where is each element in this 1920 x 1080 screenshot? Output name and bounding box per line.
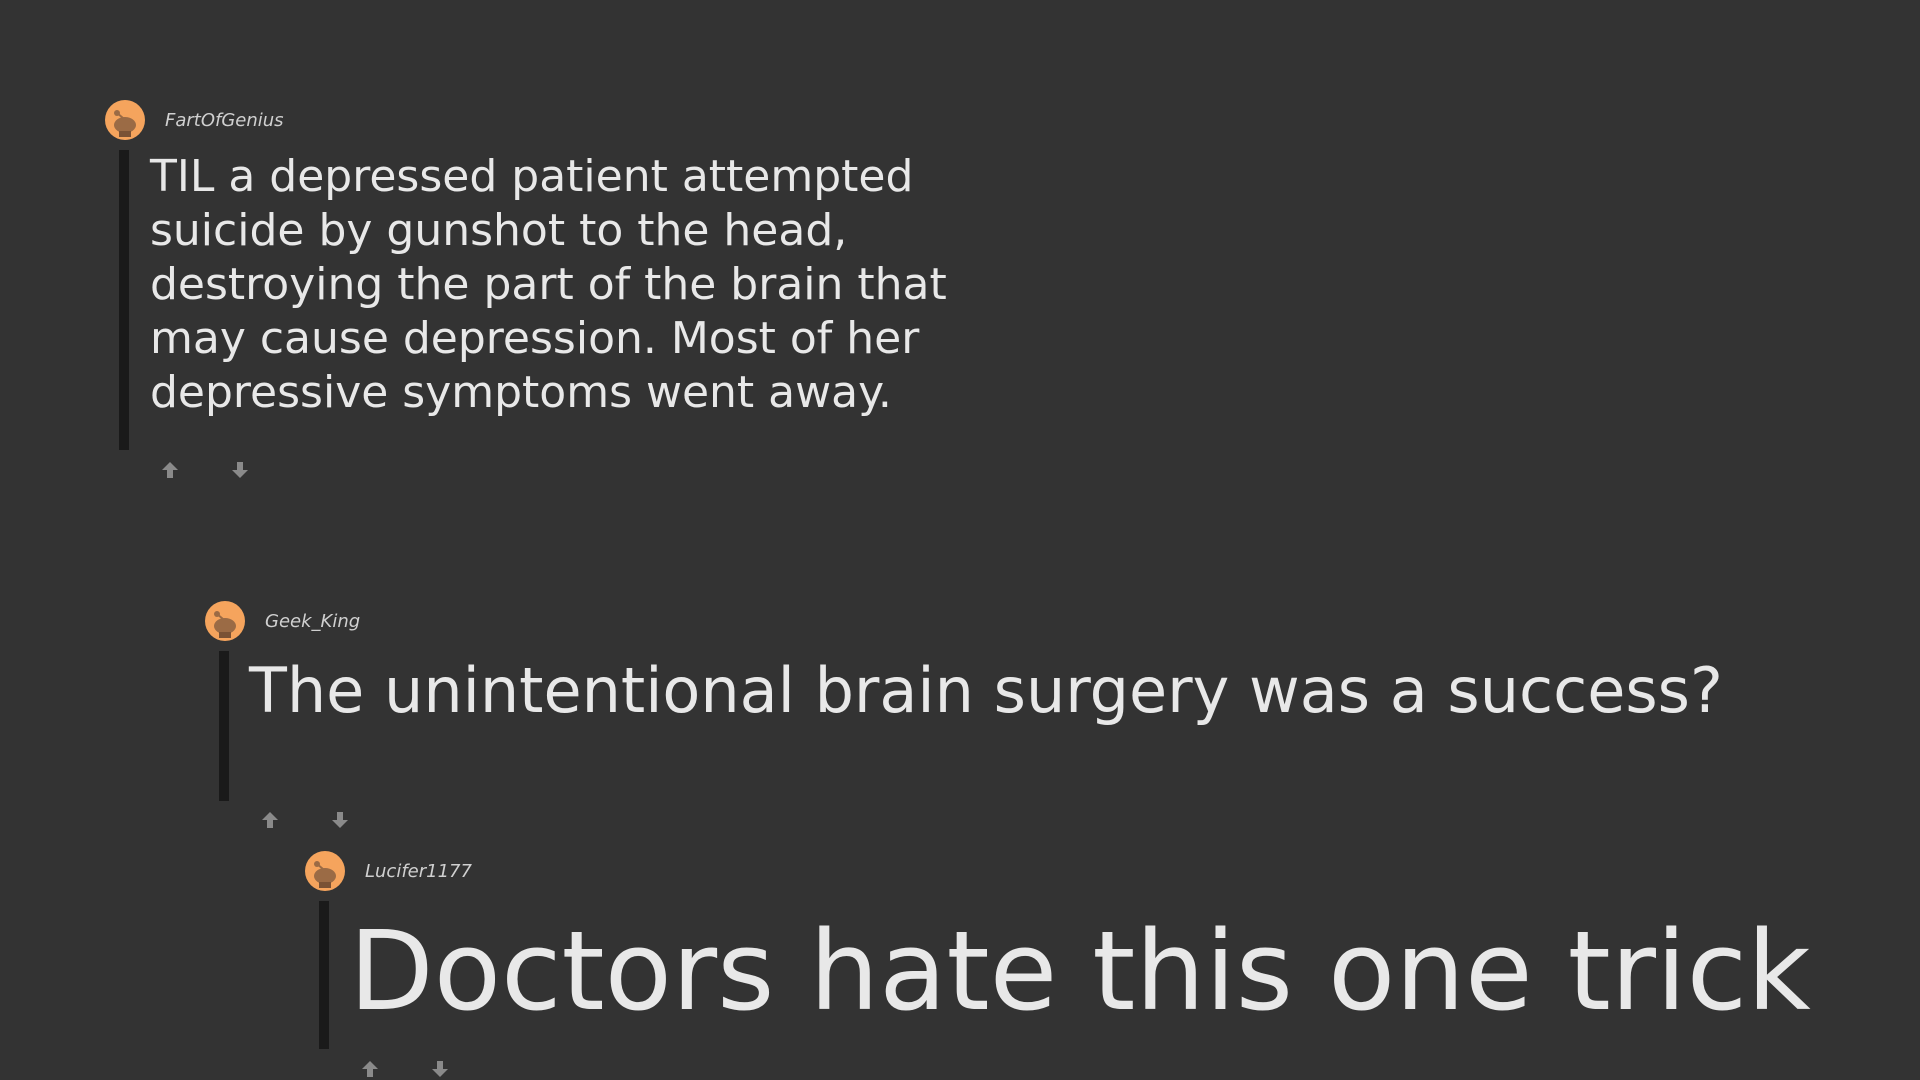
downvote-arrow-icon[interactable] xyxy=(429,1058,451,1080)
comment-body: The unintentional brain surgery was a su… xyxy=(249,654,1723,727)
reddit-snoo-avatar-icon[interactable] xyxy=(305,851,345,891)
vote-controls xyxy=(159,459,251,481)
comment-body: TIL a depressed patient attempted suicid… xyxy=(150,151,947,418)
reddit-snoo-avatar-icon[interactable] xyxy=(105,100,145,140)
username[interactable]: FartOfGenius xyxy=(165,110,284,131)
username[interactable]: Lucifer1177 xyxy=(365,861,472,882)
comment-header: Lucifer1177 xyxy=(305,851,472,891)
upvote-arrow-icon[interactable] xyxy=(159,459,181,481)
thread-collapse-line[interactable] xyxy=(219,651,229,801)
upvote-arrow-icon[interactable] xyxy=(359,1058,381,1080)
reddit-snoo-avatar-icon[interactable] xyxy=(205,601,245,641)
upvote-arrow-icon[interactable] xyxy=(259,809,281,831)
comment-body: Doctors hate this one trick xyxy=(349,907,1811,1035)
vote-controls xyxy=(359,1058,451,1080)
downvote-arrow-icon[interactable] xyxy=(329,809,351,831)
comment-header: Geek_King xyxy=(205,601,360,641)
thread-collapse-line[interactable] xyxy=(119,150,129,450)
comment-header: FartOfGenius xyxy=(105,100,284,140)
downvote-arrow-icon[interactable] xyxy=(229,459,251,481)
vote-controls xyxy=(259,809,351,831)
thread-collapse-line[interactable] xyxy=(319,901,329,1049)
username[interactable]: Geek_King xyxy=(265,611,360,632)
